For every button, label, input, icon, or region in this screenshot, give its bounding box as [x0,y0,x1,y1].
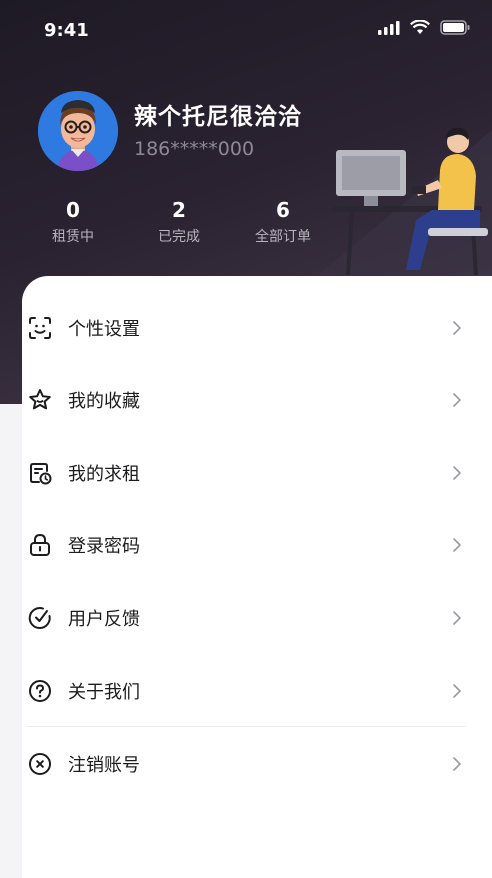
menu-label: 我的求租 [68,464,140,485]
menu-item-feedback[interactable]: 用户反馈 [22,582,466,654]
background-strip [0,404,22,878]
menu-label: 用户反馈 [68,609,140,630]
feedback-icon [26,604,54,632]
menu-label: 注销账号 [68,755,140,776]
chevron-right-icon [448,391,466,409]
menu-item-personal-settings[interactable]: 个性设置 [22,292,466,364]
user-name[interactable]: 辣个托尼很洽洽 [134,97,302,131]
question-icon [26,677,54,705]
menu-item-about-us[interactable]: 关于我们 [22,655,466,727]
menu-label: 登录密码 [68,536,140,557]
menu-label: 我的收藏 [68,391,140,412]
status-icons [378,20,470,35]
chevron-right-icon [448,464,466,482]
wifi-icon [410,20,430,34]
status-time: 9:41 [44,20,89,41]
stat-value: 2 [172,198,186,222]
chevron-right-icon [448,609,466,627]
stat-label: 租赁中 [52,229,94,245]
user-phone: 186*****000 [134,138,255,160]
stat-renting[interactable]: 0 租赁中 [28,198,118,246]
stat-value: 0 [66,198,80,222]
menu-label: 个性设置 [68,319,140,340]
chevron-right-icon [448,319,466,337]
menu-divider [26,726,466,727]
document-clock-icon [26,459,54,487]
avatar[interactable] [38,91,118,171]
stat-label: 已完成 [158,229,200,245]
battery-icon [440,20,470,35]
stat-completed[interactable]: 2 已完成 [134,198,224,246]
face-settings-icon [26,314,54,342]
signal-icon [378,20,400,35]
workspace-illustration [312,127,492,280]
star-icon [26,386,54,414]
chevron-right-icon [448,536,466,554]
menu-item-delete-account[interactable]: 注销账号 [22,728,466,800]
chevron-right-icon [448,755,466,773]
avatar-illustration [38,91,118,171]
lock-icon [26,531,54,559]
menu-item-rental-requests[interactable]: 我的求租 [22,437,466,509]
menu-item-login-password[interactable]: 登录密码 [22,509,466,581]
menu-label: 关于我们 [68,682,140,703]
chevron-right-icon [448,682,466,700]
status-bar: 9:41 [0,0,492,62]
menu-item-favorites[interactable]: 我的收藏 [22,364,466,436]
close-circle-icon [26,750,54,778]
